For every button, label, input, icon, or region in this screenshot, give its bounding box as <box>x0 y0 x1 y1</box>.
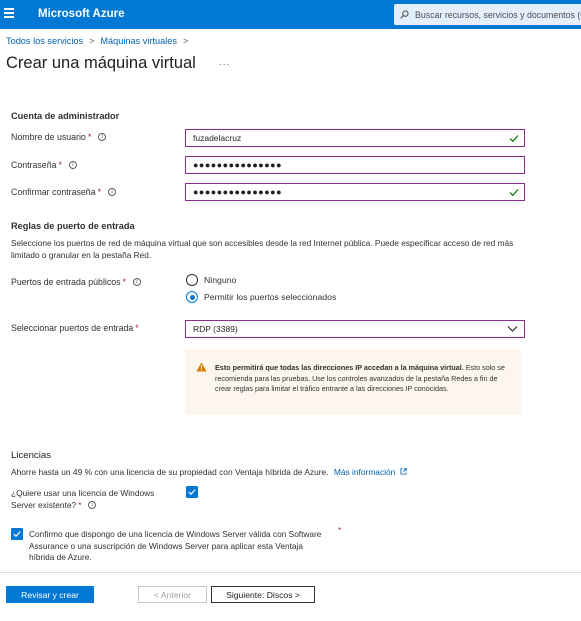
password-label: Contraseña * i <box>11 160 77 170</box>
valid-check-icon <box>509 135 519 143</box>
radio-allow-selected[interactable]: Permitir los puertos seleccionados <box>186 291 336 303</box>
admin-section-heading: Cuenta de administrador <box>11 111 120 121</box>
external-link-icon <box>400 468 407 475</box>
global-search[interactable] <box>394 4 581 25</box>
confirm-license-text: Confirmo que dispongo de una licencia de… <box>29 529 322 562</box>
existing-license-label: ¿Quiere usar una licencia de Windows Ser… <box>11 488 155 510</box>
warning-banner: Esto permitirá que todas las direcciones… <box>185 349 521 415</box>
valid-check-icon <box>509 189 519 197</box>
existing-license-checkbox[interactable] <box>186 486 198 498</box>
select-ports-label: Seleccionar puertos de entrada * <box>11 323 139 333</box>
licenses-savings: Ahorre hasta un 49 % con una licencia de… <box>11 467 407 479</box>
more-options-icon[interactable]: ... <box>219 57 230 68</box>
ports-section-heading: Reglas de puerto de entrada <box>11 221 135 231</box>
info-icon[interactable]: i <box>132 278 141 286</box>
radio-button-selected[interactable] <box>186 291 198 303</box>
required-marker: * <box>338 525 342 535</box>
confirm-password-label: Confirmar contraseña * i <box>11 187 117 197</box>
next-disks-button[interactable]: Siguiente: Discos > <box>211 586 315 603</box>
username-label: Nombre de usuario * i <box>11 132 107 142</box>
info-icon[interactable]: i <box>88 501 97 510</box>
brand-title[interactable]: Microsoft Azure <box>38 8 124 20</box>
learn-more-link[interactable]: Más información <box>334 467 407 477</box>
password-field[interactable]: ●●●●●●●●●●●●●●● <box>185 156 525 174</box>
chevron-down-icon <box>507 326 518 332</box>
breadcrumb-all-services[interactable]: Todos los servicios <box>6 36 83 46</box>
review-create-button[interactable]: Revisar y crear <box>6 586 94 603</box>
warning-icon <box>196 362 207 372</box>
breadcrumb-separator: > <box>89 36 95 46</box>
menu-icon[interactable] <box>4 8 16 20</box>
checkmark-icon <box>188 489 196 496</box>
ports-description: Seleccione los puertos de red de máquina… <box>11 238 514 260</box>
radio-button[interactable] <box>186 274 198 286</box>
previous-button[interactable]: < Anterior <box>138 586 207 603</box>
warning-text: Esto permitirá que todas las direcciones… <box>215 363 505 393</box>
username-field[interactable]: fuzadelacruz <box>185 129 525 147</box>
top-bar: Microsoft Azure <box>0 0 581 29</box>
licenses-section-heading: Licencias <box>11 450 51 461</box>
radio-none[interactable]: Ninguno <box>186 274 236 286</box>
checkmark-icon <box>13 531 21 538</box>
page-title: Crear una máquina virtual <box>6 54 196 72</box>
info-icon[interactable]: i <box>68 161 77 169</box>
inbound-ports-select[interactable]: RDP (3389) <box>185 320 525 338</box>
breadcrumb-virtual-machines[interactable]: Máquinas virtuales <box>100 36 177 46</box>
info-icon[interactable]: i <box>108 188 117 196</box>
confirm-password-field[interactable]: ●●●●●●●●●●●●●●● <box>185 183 525 201</box>
search-icon <box>400 10 409 19</box>
footer-divider <box>0 572 581 573</box>
breadcrumb: Todos los servicios > Máquinas virtuales… <box>6 36 194 46</box>
confirm-license-checkbox[interactable] <box>11 528 23 540</box>
info-icon[interactable]: i <box>98 133 107 141</box>
search-input[interactable] <box>415 9 581 20</box>
breadcrumb-separator: > <box>182 36 189 46</box>
public-ports-label: Puertos de entrada públicos * i <box>11 277 141 287</box>
